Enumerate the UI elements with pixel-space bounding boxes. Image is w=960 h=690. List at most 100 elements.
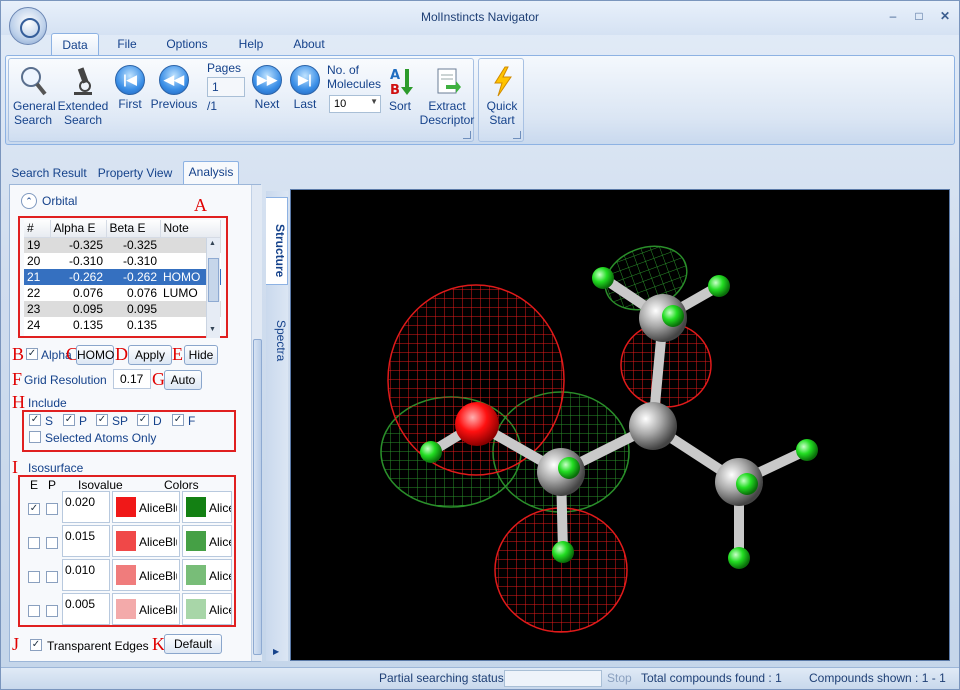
next-page-button[interactable]: ▶▶ Next	[249, 65, 285, 111]
last-page-button[interactable]: ▶| Last	[289, 65, 321, 111]
iso-col-p: P	[48, 478, 57, 492]
collapse-chevron-icon[interactable]: ⌃	[21, 193, 37, 209]
ribbon-tab-about[interactable]: About	[287, 33, 331, 55]
tab-property-view[interactable]: Property View	[95, 163, 175, 183]
selected-atoms-only-checkbox[interactable]	[29, 431, 41, 443]
hydrogen-atom	[736, 473, 758, 495]
color-swatch	[186, 565, 206, 585]
include-p-checkbox[interactable]	[63, 414, 75, 426]
color-name: Alice	[209, 603, 231, 617]
quick-start-button[interactable]: Quick Start	[481, 65, 523, 127]
orbital-table: # Alpha E Beta E Note 19 -0.325 -0.325 20-…	[24, 220, 221, 333]
tab-spectra[interactable]: Spectra	[266, 301, 288, 371]
expand-arrow-icon[interactable]: ▶	[273, 647, 279, 656]
molecule-3d-viewer[interactable]	[290, 189, 950, 661]
ribbon-tab-help[interactable]: Help	[233, 33, 269, 55]
table-row[interactable]: 24 0.135 0.135	[24, 317, 221, 333]
quick-start-dialog-launcher[interactable]	[513, 131, 521, 139]
minimize-button[interactable]: –	[883, 9, 903, 25]
col-number[interactable]: #	[24, 220, 51, 238]
include-f-label: F	[188, 414, 196, 428]
color-swatch	[186, 599, 206, 619]
transparent-edges-checkbox[interactable]	[30, 639, 42, 651]
ribbon-group-data: General Search Extended Search |◀ First …	[8, 58, 474, 142]
include-f-checkbox[interactable]	[172, 414, 184, 426]
iso-e-checkbox[interactable]	[28, 605, 40, 617]
col-beta-e[interactable]: Beta E	[106, 220, 161, 238]
iso-e-checkbox[interactable]	[28, 503, 40, 515]
extract-document-icon	[437, 68, 461, 94]
apply-button[interactable]: Apply	[128, 345, 172, 365]
orbital-table-scrollbar[interactable]: ▲ ▼	[206, 238, 220, 338]
isovalue: 0.015	[65, 529, 96, 543]
scrollbar-thumb[interactable]	[208, 258, 219, 302]
extract-label-1: Extract	[428, 99, 466, 113]
carbon-atom	[629, 402, 677, 450]
sort-button[interactable]: AB Sort	[383, 65, 417, 113]
ribbon-tab-options[interactable]: Options	[161, 33, 213, 55]
extract-descriptor-button[interactable]: Extract Descriptor	[419, 65, 475, 127]
iso-p-checkbox[interactable]	[46, 503, 58, 515]
table-row[interactable]: 22 0.076 0.076 LUMO	[24, 285, 221, 301]
iso-p-checkbox[interactable]	[46, 605, 58, 617]
stop-button[interactable]: Stop	[607, 671, 632, 685]
iso-p-checkbox[interactable]	[46, 537, 58, 549]
iso-e-checkbox[interactable]	[28, 537, 40, 549]
color-swatch	[116, 497, 136, 517]
page-number-field[interactable]: 1	[207, 77, 245, 97]
general-search-button[interactable]: General Search	[13, 65, 56, 127]
maximize-button[interactable]: □	[909, 9, 929, 25]
hide-button[interactable]: Hide	[184, 345, 218, 365]
extended-search-button[interactable]: Extended Search	[57, 65, 109, 127]
red-lobe-large	[387, 284, 565, 476]
homo-button[interactable]: HOMO	[76, 345, 114, 365]
orbital-table-header: # Alpha E Beta E Note	[24, 220, 221, 238]
table-row[interactable]: 19 -0.325 -0.325	[24, 237, 221, 253]
include-s-checkbox[interactable]	[29, 414, 41, 426]
annotation-letter-e: E	[172, 344, 183, 364]
compounds-shown: Compounds shown : 1 - 1	[809, 671, 946, 685]
include-sp-checkbox[interactable]	[96, 414, 108, 426]
hydrogen-atom	[592, 267, 614, 289]
grid-resolution-input[interactable]: 0.17	[113, 369, 151, 389]
col-alpha-e[interactable]: Alpha E	[50, 220, 107, 238]
panel-scrollbar-thumb[interactable]	[253, 339, 262, 655]
annotation-letter-b: B	[12, 344, 25, 364]
include-sp-label: SP	[112, 414, 129, 428]
close-button[interactable]: ✕	[935, 9, 955, 25]
color-name: Alice	[209, 501, 231, 515]
tab-structure[interactable]: Structure	[266, 197, 288, 285]
iso-p-checkbox[interactable]	[46, 571, 58, 583]
partial-search-status-label: Partial searching status :	[379, 671, 511, 685]
lightning-icon	[494, 66, 512, 97]
table-row[interactable]: 23 0.095 0.095	[24, 301, 221, 317]
extended-search-label-2: Search	[63, 113, 103, 127]
scroll-up-icon[interactable]: ▲	[209, 240, 216, 247]
panel-scrollbar[interactable]	[251, 185, 262, 661]
tab-analysis[interactable]: Analysis	[183, 161, 239, 185]
scroll-down-icon[interactable]: ▼	[209, 326, 216, 333]
table-row-selected[interactable]: 21 -0.262 -0.262 HOMO	[24, 269, 221, 285]
ribbon-tab-data[interactable]: Data	[51, 33, 99, 55]
quick-start-label-1: Quick	[486, 99, 518, 113]
isovalue: 0.020	[65, 495, 96, 509]
data-group-dialog-launcher[interactable]	[463, 131, 471, 139]
first-page-button[interactable]: |◀ First	[113, 65, 147, 111]
application-menu-button[interactable]	[9, 7, 47, 45]
auto-button[interactable]: Auto	[164, 370, 202, 390]
ribbon-tab-file[interactable]: File	[111, 33, 143, 55]
microscope-icon	[74, 67, 92, 95]
last-icon: ▶|	[290, 65, 320, 95]
col-note[interactable]: Note	[160, 220, 221, 238]
iso-e-checkbox[interactable]	[28, 571, 40, 583]
partial-search-progress	[504, 670, 602, 687]
tab-search-result[interactable]: Search Result	[9, 163, 89, 183]
previous-page-button[interactable]: ◀◀ Previous	[149, 65, 199, 111]
color-name: Alice	[209, 569, 231, 583]
molecules-per-page-select[interactable]: 10 ▼	[329, 95, 381, 113]
include-d-checkbox[interactable]	[137, 414, 149, 426]
alpha-checkbox[interactable]	[26, 348, 38, 360]
default-button[interactable]: Default	[164, 634, 222, 654]
orbital-rendering	[380, 245, 818, 633]
table-row[interactable]: 20 -0.310 -0.310	[24, 253, 221, 269]
